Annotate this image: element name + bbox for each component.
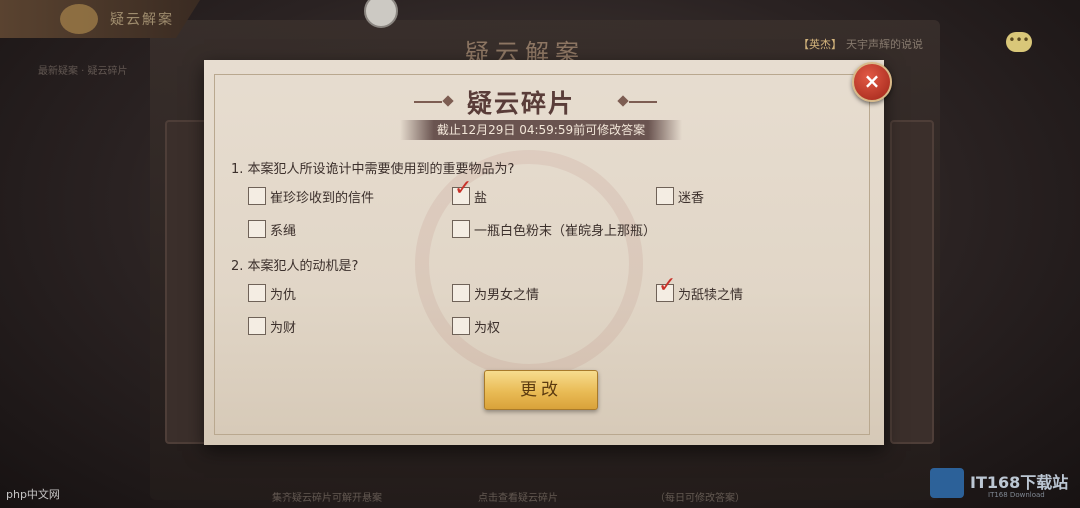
option-label: 为仇 (270, 287, 297, 303)
dialog-title-row: 疑云碎片 (414, 84, 657, 118)
checkbox-checked[interactable]: ✓ (656, 275, 676, 302)
chat-channel-tag: 【英杰】 (798, 38, 842, 51)
bottom-hint-2: 点击查看疑云碎片 (478, 493, 558, 504)
title-ornament-right (629, 101, 657, 103)
q1-option-rope[interactable]: 系绳 (248, 218, 296, 240)
q2-option-money[interactable]: 为财 (248, 315, 296, 337)
option-label: 迷香 (678, 190, 705, 206)
checkbox[interactable] (452, 317, 470, 335)
question-1: 1. 本案犯人所设诡计中需要使用到的重要物品为? (231, 162, 515, 177)
q2-option-romance[interactable]: 为男女之情 (452, 282, 539, 304)
checkbox-checked[interactable]: ✓ (452, 178, 472, 205)
mode-tab-title: 疑云解案 (110, 12, 174, 28)
watermark-left: php中文网 (6, 488, 60, 501)
change-answer-button[interactable]: 更改 (484, 370, 598, 410)
bottom-hint-1: 集齐疑云碎片可解开悬案 (272, 493, 382, 504)
checkbox[interactable] (248, 317, 266, 335)
option-label: 系绳 (270, 223, 297, 239)
q2-option-power[interactable]: 为权 (452, 315, 500, 337)
mode-subtitle: 最新疑案 · 疑云碎片 (38, 66, 128, 77)
q1-option-salt[interactable]: ✓ 盐 (452, 178, 488, 207)
checkbox[interactable] (248, 284, 266, 302)
checkmark-icon: ✓ (454, 176, 473, 201)
q1-option-letter[interactable]: 崔珍珍收到的信件 (248, 185, 374, 207)
option-label: 盐 (474, 190, 488, 206)
watermark-right: IT168下载站 IT168 Download (930, 466, 1078, 504)
deadline-banner: 截止12月29日 04:59:59前可修改答案 (400, 120, 682, 140)
title-ornament-left (414, 101, 442, 103)
q2-option-parental-love[interactable]: ✓ 为舐犊之情 (656, 275, 744, 304)
bottom-hint-3: （每日可修改答案） (655, 493, 745, 504)
q1-option-powder[interactable]: 一瓶白色粉末（崔皖身上那瓶） (452, 218, 656, 240)
q1-option-incense[interactable]: 迷香 (656, 185, 704, 207)
option-label: 为权 (474, 320, 501, 336)
option-label: 一瓶白色粉末（崔皖身上那瓶） (474, 223, 657, 239)
chat-bubble-icon[interactable]: ••• (1006, 32, 1032, 52)
option-label: 为舐犊之情 (678, 287, 744, 303)
option-label: 为男女之情 (474, 287, 540, 303)
title-diamond-left-icon (442, 95, 454, 107)
background-shelf-left (165, 120, 209, 444)
q2-option-revenge[interactable]: 为仇 (248, 282, 296, 304)
mode-emblem-icon (60, 4, 98, 34)
checkmark-icon: ✓ (658, 273, 677, 298)
dialog-title: 疑云碎片 (466, 89, 575, 118)
question-2: 2. 本案犯人的动机是? (231, 259, 359, 274)
checkbox[interactable] (248, 187, 266, 205)
watermark-right-text: IT168下载站 (970, 473, 1069, 492)
seal-watermark-icon (415, 150, 643, 378)
checkbox[interactable] (452, 220, 470, 238)
checkbox[interactable] (656, 187, 674, 205)
option-label: 为财 (270, 320, 297, 336)
chat-text: 天宇声辉的说说 (846, 38, 923, 51)
watermark-logo-icon (930, 468, 964, 498)
title-diamond-right-icon (617, 95, 629, 107)
chat-line[interactable]: 【英杰】 天宇声辉的说说 (798, 36, 923, 52)
background-shelf-right (890, 120, 934, 444)
watermark-right-subtext: IT168 Download (988, 491, 1045, 499)
option-label: 崔珍珍收到的信件 (270, 190, 375, 206)
close-button[interactable]: × (852, 62, 892, 102)
checkbox[interactable] (248, 220, 266, 238)
checkbox[interactable] (452, 284, 470, 302)
